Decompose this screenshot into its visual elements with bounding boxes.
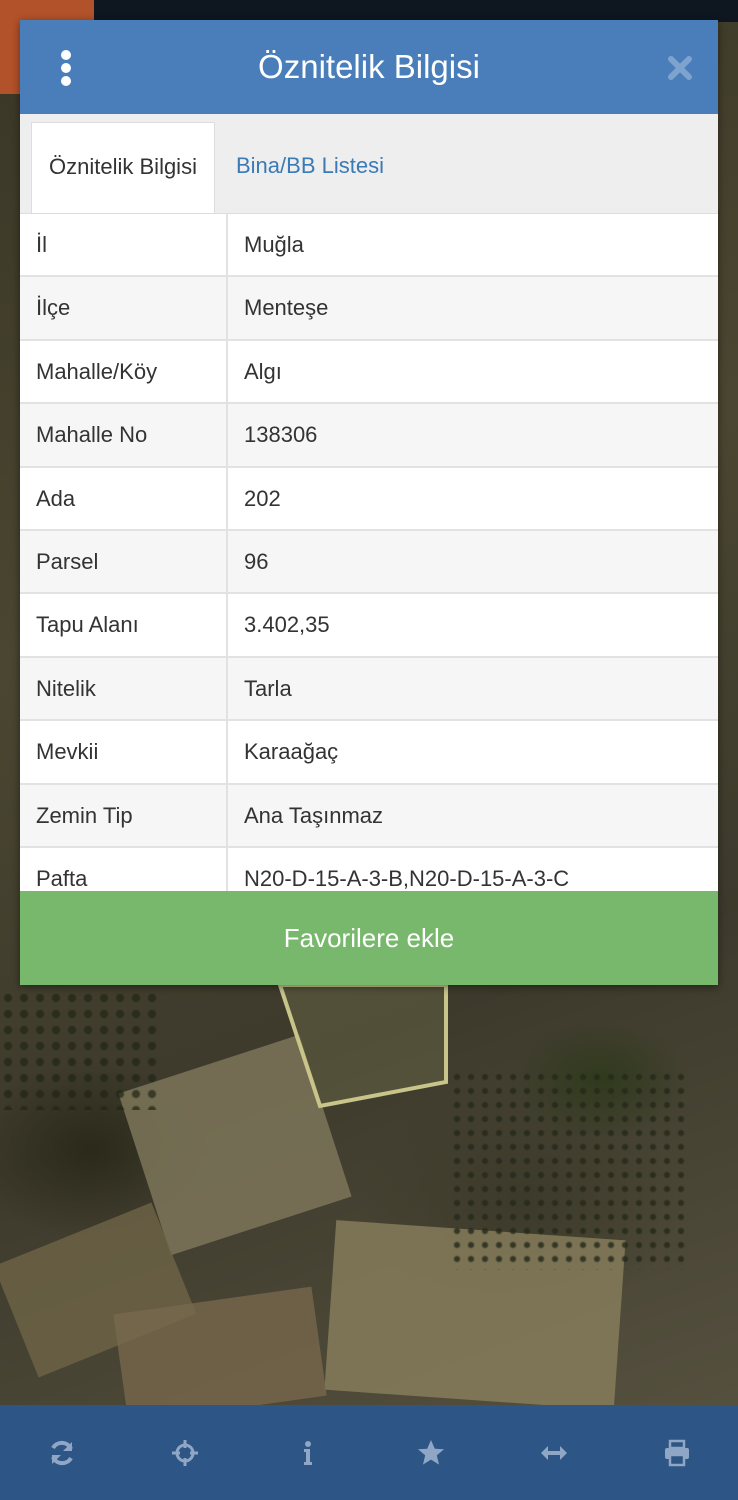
table-row: İl Muğla xyxy=(20,214,718,278)
tab-attribute-info[interactable]: Öznitelik Bilgisi xyxy=(31,122,215,213)
bottom-toolbar xyxy=(0,1405,738,1500)
table-row: Nitelik Tarla xyxy=(20,657,718,722)
close-icon[interactable] xyxy=(666,54,694,82)
table-row: Parsel 96 xyxy=(20,530,718,595)
table-row: Ada 202 xyxy=(20,467,718,531)
attribute-key: Tapu Alanı xyxy=(20,594,228,656)
attribute-value: Tarla xyxy=(244,675,292,701)
print-icon xyxy=(664,1439,689,1466)
attribute-key: Parsel xyxy=(20,530,228,593)
attribute-key: Mahalle/Köy xyxy=(20,340,228,403)
attribute-value: 96 xyxy=(244,548,269,574)
print-button[interactable] xyxy=(657,1433,697,1473)
vertical-dots-icon[interactable] xyxy=(54,50,78,86)
attribute-value: Menteşe xyxy=(244,295,329,321)
measure-button[interactable] xyxy=(534,1433,574,1473)
table-row: İlçe Menteşe xyxy=(20,277,718,341)
attribute-key: İl xyxy=(20,214,228,276)
attribute-table: İl Muğla İlçe Menteşe Mahalle/Köy Algı M… xyxy=(20,214,718,912)
info-button[interactable] xyxy=(288,1433,328,1473)
attribute-key: Mevkii xyxy=(20,721,228,783)
attribute-info-popup: Öznitelik Bilgisi Öznitelik Bilgisi Bina… xyxy=(20,20,718,985)
attribute-value: Ana Taşınmaz xyxy=(244,802,384,828)
info-icon xyxy=(303,1440,312,1465)
popup-title: Öznitelik Bilgisi xyxy=(258,48,480,85)
table-row: Zemin Tip Ana Taşınmaz xyxy=(20,784,718,848)
attribute-value: Karaağaç xyxy=(244,739,339,765)
attribute-value: 3.402,35 xyxy=(244,612,330,638)
refresh-icon xyxy=(50,1440,73,1465)
attribute-key: Nitelik xyxy=(20,657,228,720)
table-row: Mahalle No 138306 xyxy=(20,404,718,468)
horizontal-arrows-icon xyxy=(540,1445,567,1460)
tab-building-list[interactable]: Bina/BB Listesi xyxy=(236,122,384,213)
table-row: Tapu Alanı 3.402,35 xyxy=(20,594,718,658)
attribute-value: Algı xyxy=(244,358,282,384)
refresh-button[interactable] xyxy=(42,1433,82,1473)
attribute-key: Ada xyxy=(20,467,228,529)
attribute-key: Zemin Tip xyxy=(20,784,228,846)
star-icon xyxy=(417,1439,444,1465)
attribute-key: İlçe xyxy=(20,277,228,339)
popup-header: Öznitelik Bilgisi xyxy=(20,20,718,114)
attribute-value: 138306 xyxy=(244,422,318,448)
attribute-value: Muğla xyxy=(244,232,304,257)
attribute-value: 202 xyxy=(244,485,281,511)
locate-button[interactable] xyxy=(165,1433,205,1473)
tab-bar: Öznitelik Bilgisi Bina/BB Listesi xyxy=(20,114,718,214)
table-row: Mahalle/Köy Algı xyxy=(20,340,718,405)
table-row: Mevkii Karaağaç xyxy=(20,721,718,785)
add-to-favorites-button[interactable]: Favorilere ekle xyxy=(20,891,718,985)
favorites-button[interactable] xyxy=(411,1433,451,1473)
attribute-key: Mahalle No xyxy=(20,404,228,466)
crosshair-icon xyxy=(171,1439,198,1466)
